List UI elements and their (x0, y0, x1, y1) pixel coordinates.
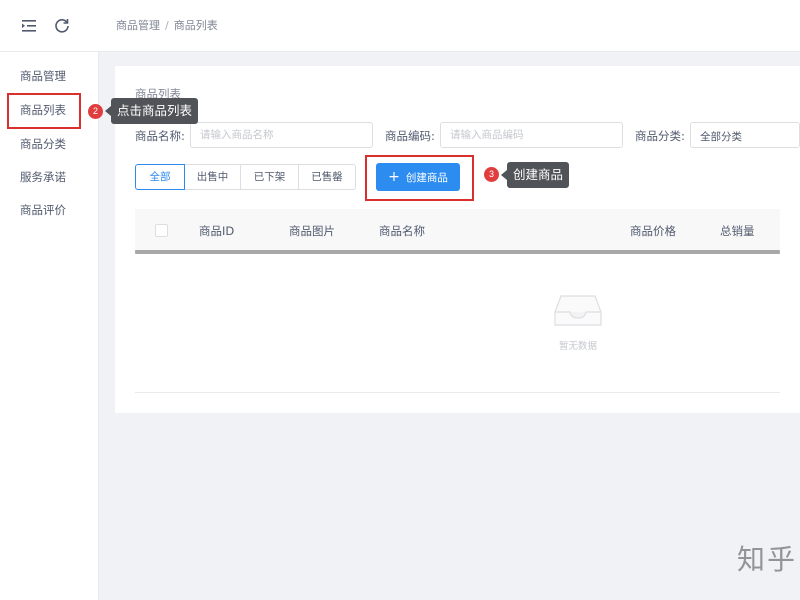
highlight-box-product-list (7, 93, 81, 129)
horizontal-scrollbar[interactable] (135, 250, 780, 254)
column-header-product-id: 商品ID (199, 224, 235, 238)
highlight-box-create-product (365, 155, 474, 201)
breadcrumb: 商品管理 / 商品列表 (116, 17, 218, 33)
select-all-checkbox[interactable] (155, 224, 168, 237)
column-header-product-image: 商品图片 (289, 224, 335, 238)
product-list-card: 商品列表 商品名称: 商品编码: 商品分类: 全部分类 全部 出售中 已下架 已… (115, 66, 800, 413)
sidebar-item-service-promise[interactable]: 服务承诺 (20, 169, 66, 185)
status-tabs: 全部 出售中 已下架 已售罄 (135, 164, 356, 190)
sidebar-item-product-management[interactable]: 商品管理 (20, 68, 66, 84)
tab-off-shelf[interactable]: 已下架 (240, 164, 299, 190)
tab-on-sale[interactable]: 出售中 (184, 164, 241, 190)
table-bottom-border (135, 392, 780, 393)
column-header-product-price: 商品价格 (630, 224, 676, 238)
tab-sold-out[interactable]: 已售罄 (298, 164, 356, 190)
tooltip-click-product-list: 点击商品列表 (104, 98, 199, 124)
tooltip-create-product: 创建商品 (500, 162, 570, 188)
column-header-total-sales: 总销量 (720, 224, 755, 238)
table-header: 商品ID 商品图片 商品名称 商品价格 总销量 (135, 209, 780, 252)
empty-state-text: 暂无数据 (558, 341, 597, 352)
breadcrumb-item-product-management[interactable]: 商品管理 (116, 19, 160, 32)
refresh-icon[interactable] (52, 16, 72, 36)
product-category-label: 商品分类: (635, 129, 685, 143)
column-header-product-name: 商品名称 (379, 224, 425, 238)
product-name-input[interactable] (190, 122, 373, 148)
product-code-input[interactable] (440, 122, 623, 148)
empty-inbox-icon (554, 295, 602, 326)
breadcrumb-separator: / (165, 19, 169, 32)
step-3-badge: 3 (484, 167, 499, 182)
sidebar-item-product-review[interactable]: 商品评价 (20, 202, 66, 218)
step-2-badge: 2 (88, 104, 103, 119)
product-category-select[interactable]: 全部分类 (690, 122, 800, 148)
breadcrumb-item-product-list: 商品列表 (173, 19, 218, 32)
product-code-label: 商品编码: (385, 129, 435, 143)
tab-all[interactable]: 全部 (135, 164, 185, 190)
zhihu-watermark: 知乎 (737, 543, 798, 576)
top-bar: 商品管理 / 商品列表 (0, 0, 800, 52)
menu-fold-icon[interactable] (19, 16, 39, 36)
sidebar-item-product-category[interactable]: 商品分类 (20, 136, 66, 152)
product-name-label: 商品名称: (135, 129, 185, 143)
sidebar: 商品管理 商品列表 商品分类 服务承诺 商品评价 (0, 52, 99, 600)
